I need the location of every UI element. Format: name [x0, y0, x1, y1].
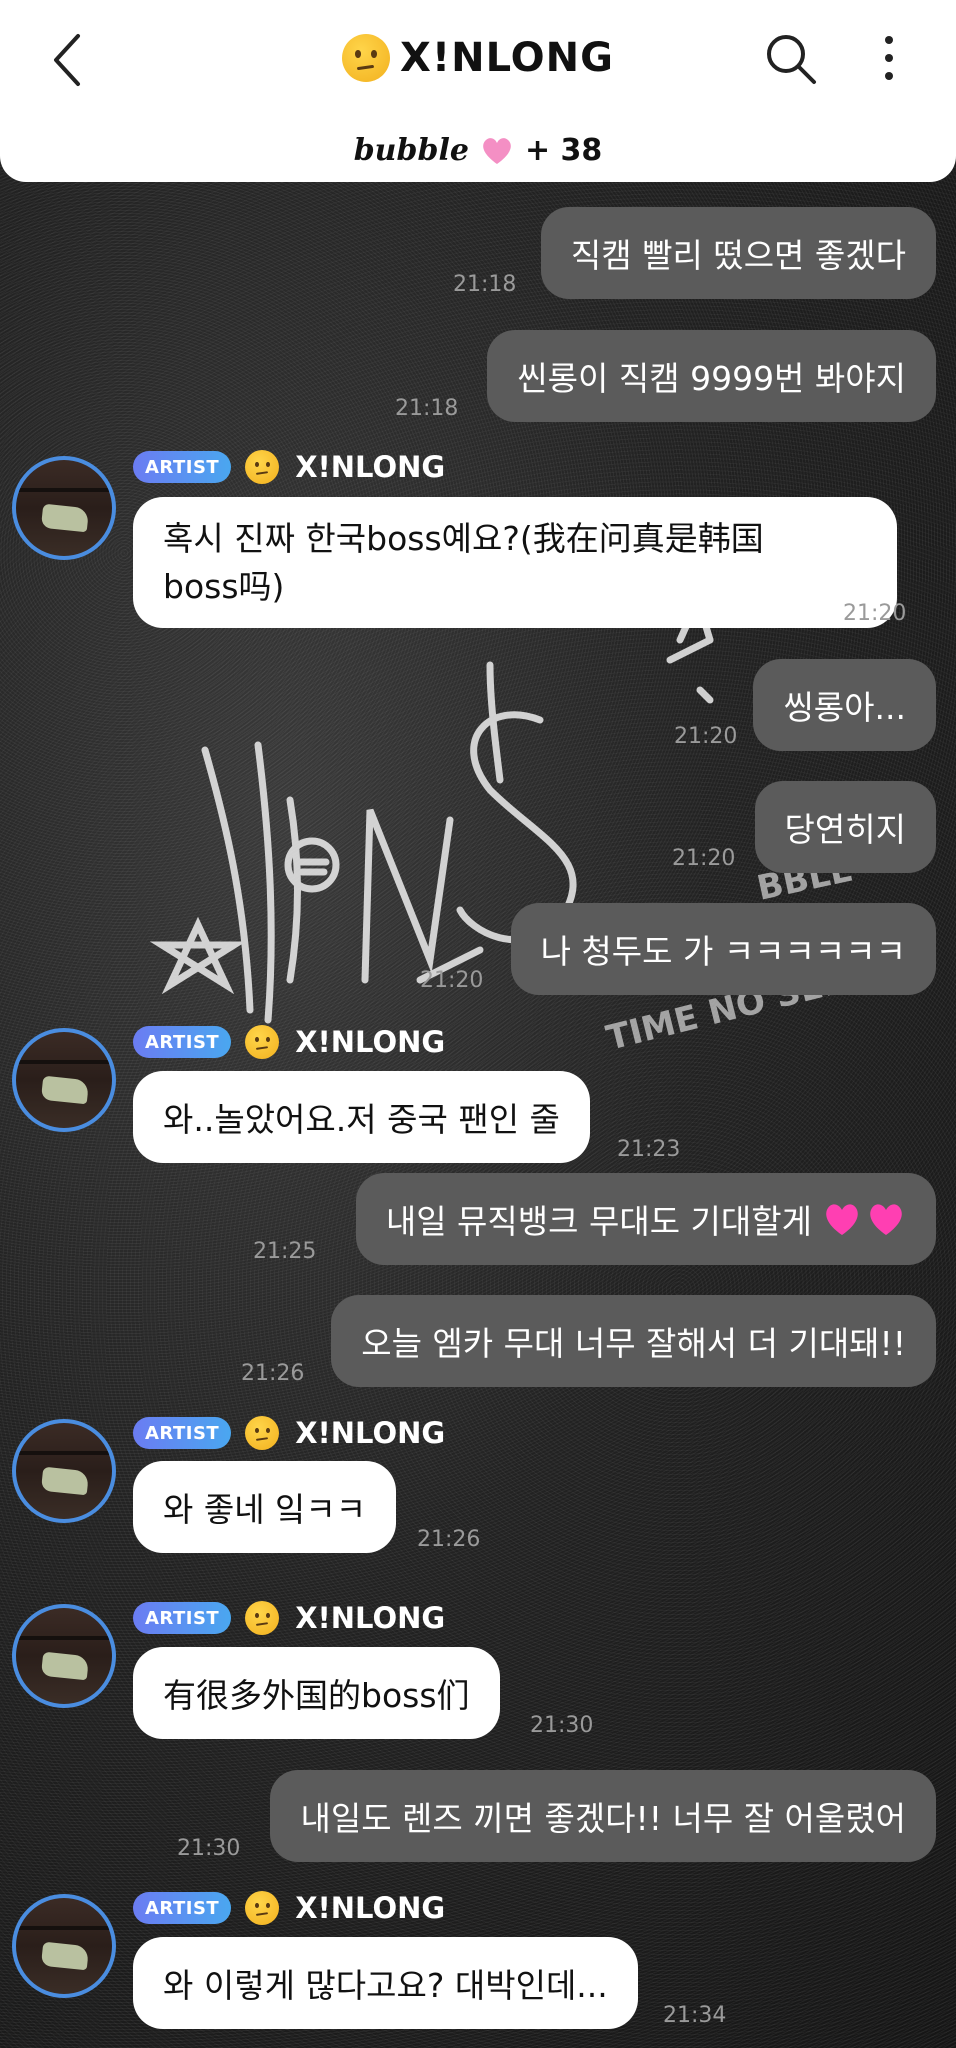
message-text: 씬롱이 직캠 9999번 봐야지	[517, 359, 906, 398]
artist-avatar[interactable]	[12, 1419, 116, 1523]
message-text: 오늘 엠카 무대 너무 잘해서 더 기대돼!!	[361, 1324, 906, 1363]
incoming-message[interactable]: 와..놀았어요.저 중국 팬인 줄	[133, 1071, 590, 1163]
more-options-icon[interactable]	[874, 32, 904, 84]
message-time: 21:26	[241, 1361, 305, 1386]
sender-info: ARTIST X!NLONG	[133, 1415, 445, 1451]
message-time: 21:30	[530, 1713, 594, 1738]
sender-info: ARTIST X!NLONG	[133, 1024, 445, 1060]
pink-heart-emoji-icon	[870, 1204, 902, 1235]
message-time: 21:26	[417, 1527, 481, 1552]
artist-avatar[interactable]	[12, 1894, 116, 1998]
message-time: 21:20	[672, 846, 736, 871]
message-text: 나 청두도 가 ㅋㅋㅋㅋㅋㅋ	[540, 932, 906, 971]
neutral-face-emoji-icon	[245, 1891, 280, 1925]
neutral-face-emoji-icon	[245, 1025, 280, 1059]
outgoing-message[interactable]: 씽롱아...	[753, 659, 936, 751]
outgoing-message[interactable]: 오늘 엠카 무대 너무 잘해서 더 기대돼!!	[331, 1295, 936, 1387]
outgoing-message[interactable]: 당연히지	[754, 781, 936, 873]
sender-name: X!NLONG	[295, 1601, 446, 1635]
bubble-brand-label: bubble	[353, 132, 469, 168]
message-text-line-2: boss吗)	[163, 566, 285, 606]
artist-badge: ARTIST	[133, 1026, 232, 1058]
message-time: 21:18	[395, 396, 459, 421]
outgoing-message[interactable]: 내일도 렌즈 끼면 좋겠다!! 너무 잘 어울렸어	[270, 1770, 936, 1862]
outgoing-message[interactable]: 나 청두도 가 ㅋㅋㅋㅋㅋㅋ	[510, 903, 936, 995]
message-text: 와 좋네 잌ㅋㅋ	[163, 1490, 367, 1529]
message-text: 有很多外国的boss们	[163, 1676, 470, 1715]
artist-avatar[interactable]	[12, 1028, 116, 1132]
incoming-message[interactable]: 와 좋네 잌ㅋㅋ	[133, 1461, 397, 1553]
sender-info: ARTIST X!NLONG	[133, 449, 445, 485]
neutral-face-emoji-icon	[245, 1416, 280, 1450]
message-time: 21:23	[617, 1137, 681, 1162]
pink-heart-emoji-icon	[826, 1204, 858, 1235]
search-icon[interactable]	[762, 30, 818, 86]
message-text: 와..놀았어요.저 중국 팬인 줄	[163, 1100, 560, 1139]
pink-heart-icon	[483, 138, 511, 164]
sender-name: X!NLONG	[295, 450, 446, 484]
incoming-message[interactable]: 와 이렇게 많다고요? 대박인데...	[133, 1937, 638, 2029]
message-time: 21:20	[674, 724, 738, 749]
outgoing-message[interactable]: 내일 뮤직뱅크 무대도 기대할게	[355, 1173, 936, 1265]
sender-info: ARTIST X!NLONG	[133, 1890, 445, 1926]
message-text: 직캠 빨리 떴으면 좋겠다	[570, 236, 906, 275]
message-text: 내일 뮤직뱅크 무대도 기대할게	[385, 1202, 812, 1241]
neutral-face-emoji-icon	[245, 1601, 280, 1635]
sender-name: X!NLONG	[295, 1891, 446, 1925]
outgoing-message[interactable]: 직캠 빨리 떴으면 좋겠다	[540, 207, 936, 299]
incoming-message[interactable]: 혹시 진짜 한국boss예요?(我在问真是韩国 boss吗)	[133, 497, 897, 628]
message-text: 와 이렇게 많다고요? 대박인데...	[163, 1966, 608, 2005]
incoming-message[interactable]: 有很多外国的boss们	[133, 1647, 500, 1739]
message-time: 21:18	[453, 272, 517, 297]
sender-name: X!NLONG	[295, 1025, 446, 1059]
artist-badge: ARTIST	[133, 1892, 232, 1924]
message-time: 21:20	[843, 601, 907, 626]
message-text-line-1: 혹시 진짜 한국boss예요?(我在问真是韩国	[163, 518, 764, 558]
neutral-face-emoji-icon	[245, 450, 280, 484]
artist-avatar[interactable]	[12, 456, 116, 560]
artist-badge: ARTIST	[133, 451, 232, 483]
outgoing-message[interactable]: 씬롱이 직캠 9999번 봐야지	[487, 330, 936, 422]
artist-badge: ARTIST	[133, 1602, 232, 1634]
artist-avatar[interactable]	[12, 1604, 116, 1708]
neutral-face-emoji-icon	[342, 34, 391, 82]
bubble-subscription-info: bubble + 38	[0, 128, 956, 172]
sender-info: ARTIST X!NLONG	[133, 1600, 445, 1636]
chat-header: X!NLONG bubble + 38	[0, 0, 956, 182]
message-time: 21:34	[663, 2003, 727, 2028]
message-time: 21:20	[420, 968, 484, 993]
message-time: 21:25	[253, 1239, 317, 1264]
artist-badge: ARTIST	[133, 1417, 232, 1449]
page-title: X!NLONG	[400, 35, 614, 81]
message-text: 내일도 렌즈 끼면 좋겠다!! 너무 잘 어울렸어	[300, 1799, 906, 1838]
message-time: 21:30	[177, 1836, 241, 1861]
message-text: 씽롱아...	[783, 688, 906, 727]
member-count: + 38	[524, 132, 603, 168]
message-text: 당연히지	[784, 810, 906, 849]
sender-name: X!NLONG	[295, 1416, 446, 1450]
